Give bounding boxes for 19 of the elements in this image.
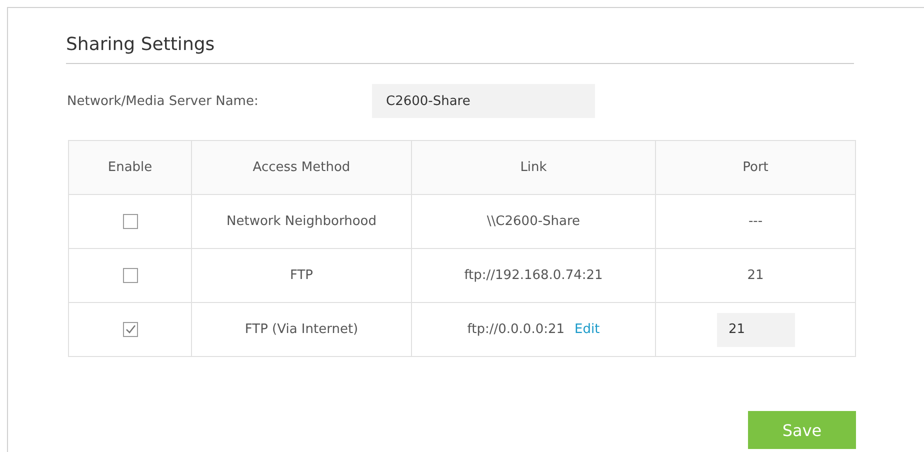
table-cell: Network Neighborhood: [226, 214, 376, 229]
section-title: Sharing Settings: [66, 8, 854, 64]
port-field[interactable]: 21: [716, 312, 794, 346]
table-cell: \\C2600-Share: [486, 214, 580, 229]
port-text: ---: [748, 214, 763, 229]
column-header: Access Method: [192, 140, 412, 194]
table-cell: ftp://192.168.0.74:21: [464, 268, 603, 283]
table-cell: FTP: [290, 268, 314, 283]
checkbox[interactable]: [122, 268, 138, 283]
field-label: Network/Media Server Name:: [66, 94, 260, 108]
port-text: 21: [747, 268, 764, 283]
checkbox[interactable]: [122, 214, 138, 229]
server-name-field[interactable]: C2600-Share: [372, 84, 595, 118]
column-header: Port: [656, 140, 856, 194]
checkbox[interactable]: [122, 322, 138, 337]
table-cell: ftp://0.0.0.0:21: [467, 322, 565, 337]
column-header: Link: [412, 140, 656, 194]
column-header: Enable: [68, 140, 192, 194]
table-cell: FTP (Via Internet): [244, 322, 358, 337]
